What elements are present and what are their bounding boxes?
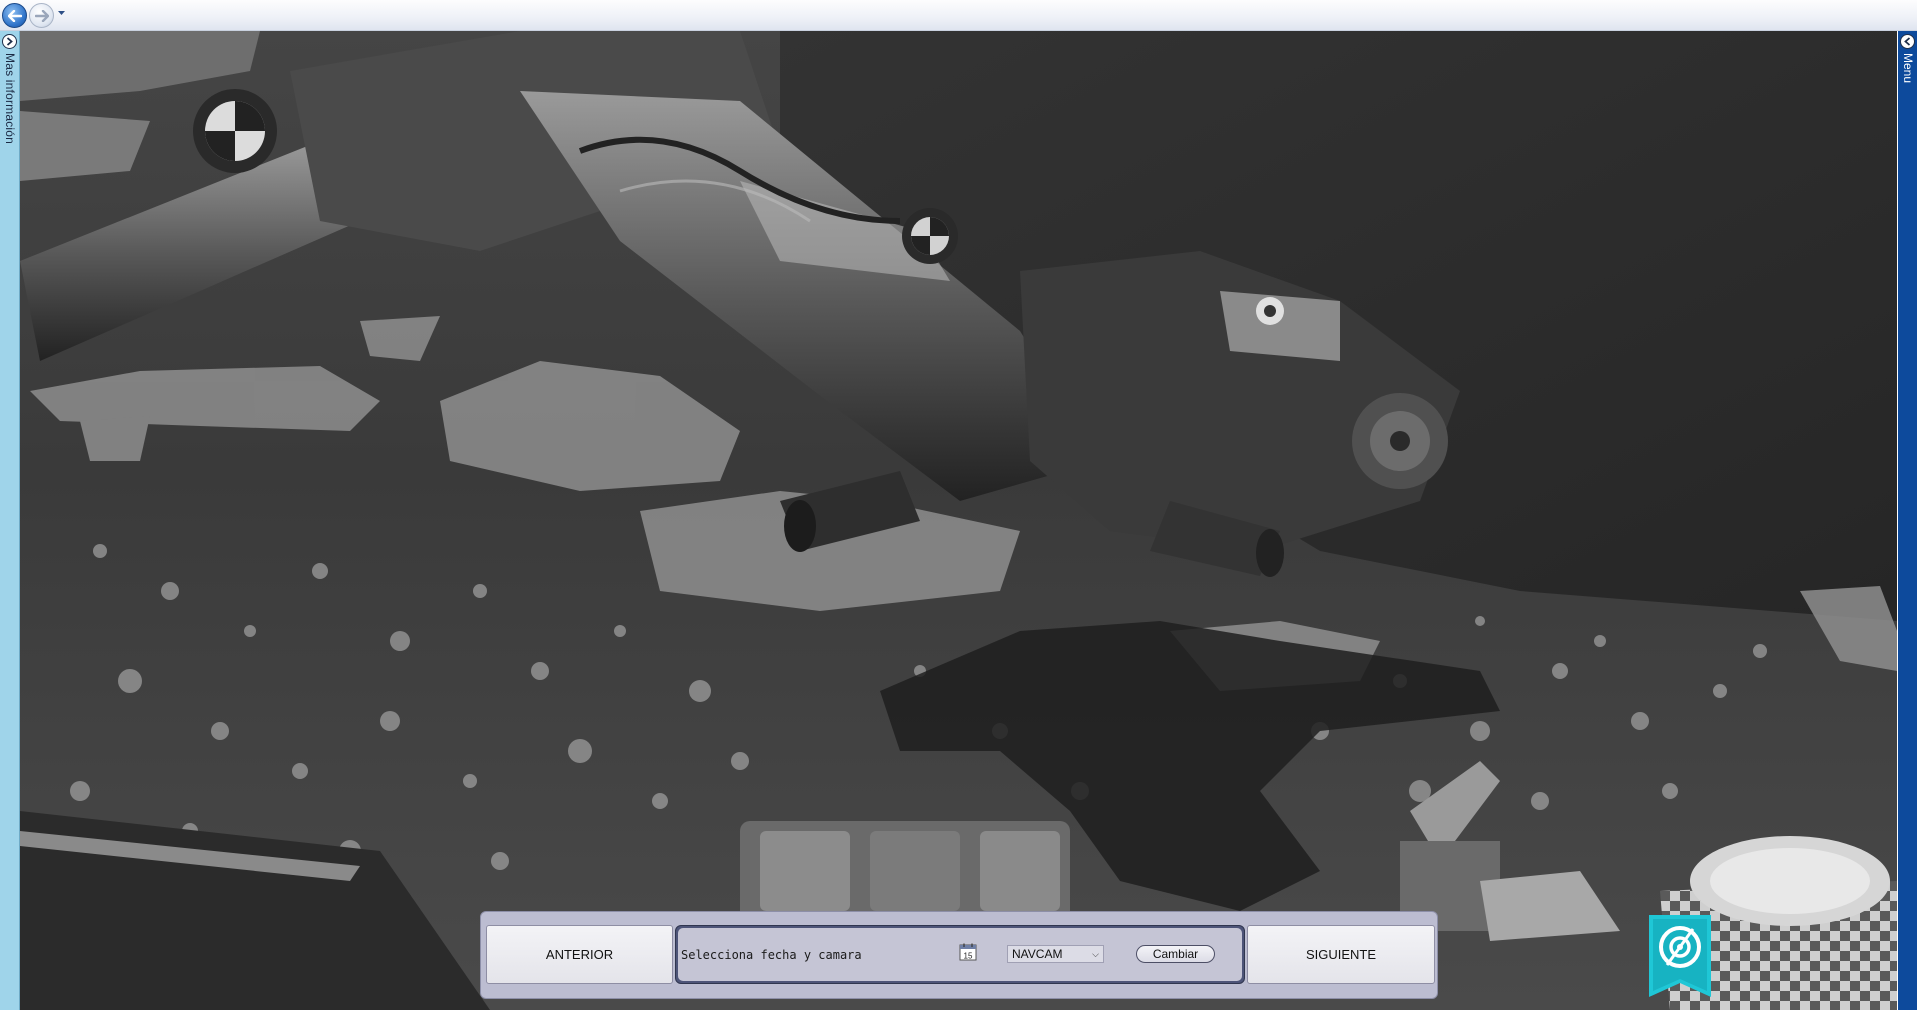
rover-arm-photo <box>20 31 1897 1010</box>
calendar-day: 15 <box>964 952 973 961</box>
camera-select-value: NAVCAM <box>1012 947 1063 961</box>
date-camera-panel: Selecciona fecha y camara 15 NAVCAM ⌵ Ca… <box>675 925 1245 984</box>
app-window: Mas información Menu ANTERIOR Selecciona… <box>0 0 1917 1010</box>
menu-panel[interactable]: Menu <box>1898 31 1917 1010</box>
chevron-down-icon[interactable] <box>57 9 65 17</box>
forward-arrow-icon[interactable] <box>29 3 54 28</box>
browser-toolbar <box>0 0 1917 31</box>
change-button[interactable]: Cambiar <box>1136 945 1215 963</box>
date-camera-prompt: Selecciona fecha y camara <box>681 948 862 962</box>
more-info-label[interactable]: Mas información <box>3 53 17 144</box>
chevron-right-icon[interactable] <box>2 34 17 49</box>
photo-controls: ANTERIOR Selecciona fecha y camara 15 NA… <box>480 911 1438 999</box>
calendar-icon[interactable]: 15 <box>959 943 977 961</box>
more-info-panel[interactable]: Mas información <box>0 31 20 1010</box>
date-camera-inner: Selecciona fecha y camara 15 NAVCAM ⌵ Ca… <box>678 928 1242 981</box>
back-arrow-icon[interactable] <box>2 3 27 28</box>
chevron-left-icon[interactable] <box>1900 34 1915 49</box>
menu-label[interactable]: Menu <box>1901 53 1915 83</box>
previous-button[interactable]: ANTERIOR <box>486 925 673 984</box>
assistant-badge-icon[interactable] <box>1649 915 1711 997</box>
next-button[interactable]: SIGUIENTE <box>1247 925 1435 984</box>
chevron-down-icon: ⌵ <box>1092 949 1099 959</box>
camera-select[interactable]: NAVCAM ⌵ <box>1007 945 1104 963</box>
